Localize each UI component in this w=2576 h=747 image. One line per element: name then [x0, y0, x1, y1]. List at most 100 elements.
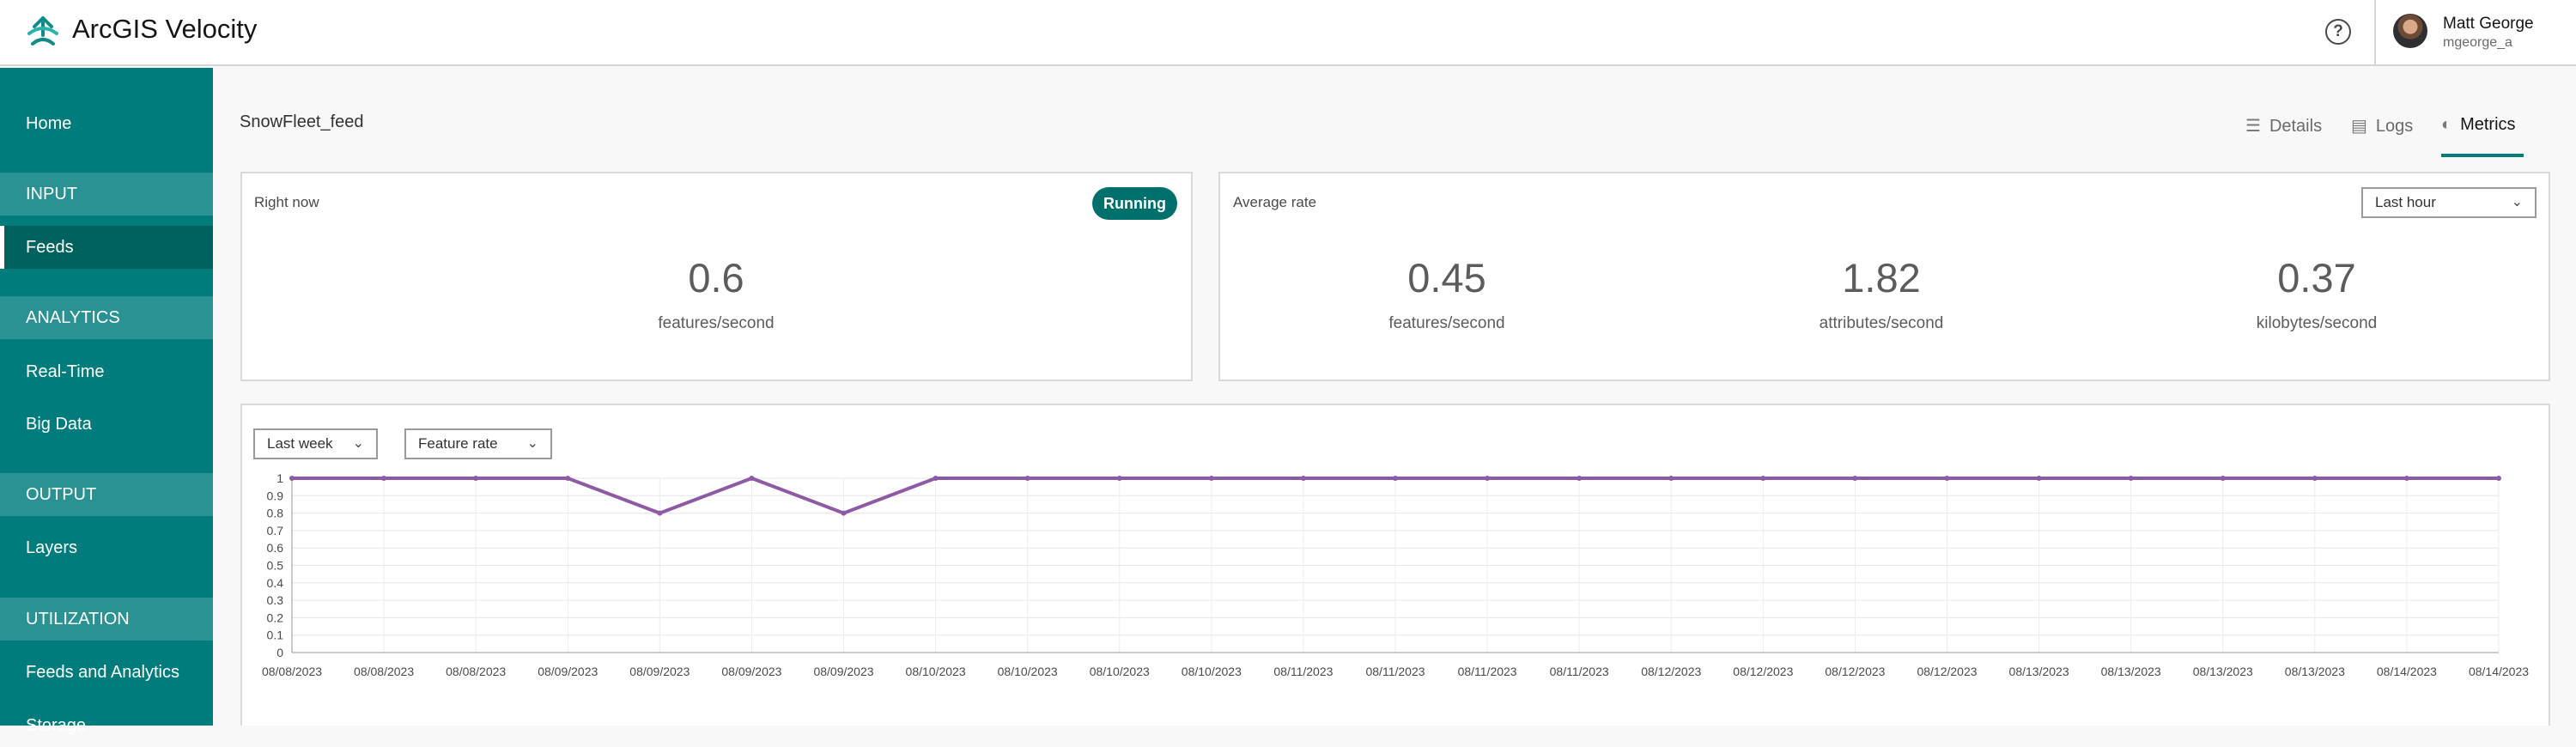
chevron-down-icon: ⌄ — [352, 436, 364, 451]
tab-logs[interactable]: ▤ Logs — [2351, 115, 2413, 137]
average-rate-range-value: Last hour — [2375, 194, 2436, 210]
data-point — [1116, 476, 1122, 481]
right-now-label: Right now — [254, 194, 319, 210]
y-tick-label: 0.7 — [267, 524, 284, 537]
x-tick-label: 08/09/2023 — [813, 665, 873, 678]
x-tick-label: 08/12/2023 — [1917, 665, 1977, 678]
sidebar-section-output: OUTPUT — [0, 473, 213, 516]
x-tick-label: 08/08/2023 — [354, 665, 414, 678]
avatar[interactable] — [2393, 14, 2427, 48]
x-tick-label: 08/10/2023 — [906, 665, 966, 678]
data-point — [2496, 476, 2501, 481]
sidebar-item-feeds[interactable]: Feeds — [0, 226, 213, 269]
sidebar-item-layers[interactable]: Layers — [0, 526, 213, 569]
chevron-down-icon: ⌄ — [526, 436, 538, 451]
header-divider — [2374, 0, 2376, 66]
avg-kilobytes-unit: kilobytes/second — [2256, 314, 2378, 332]
data-point — [1208, 476, 1214, 481]
data-point — [1577, 476, 1583, 481]
x-tick-label: 08/13/2023 — [2101, 665, 2161, 678]
tab-metrics[interactable]: ◐ Metrics — [2441, 115, 2516, 135]
sidebar-item-big-data[interactable]: Big Data — [0, 403, 213, 446]
x-tick-label: 08/09/2023 — [721, 665, 781, 678]
avg-kilobytes-value: 0.37 — [2277, 255, 2356, 301]
x-tick-label: 08/11/2023 — [1365, 665, 1425, 678]
feature-rate-line-chart: 0 0.1 0.2 0.3 0.4 0.5 0.6 0.7 0.8 0.9 1 08/08/2023 0… — [262, 471, 2529, 678]
data-point — [933, 476, 939, 481]
x-tick-label: 08/11/2023 — [1458, 665, 1517, 678]
help-icon[interactable]: ? — [2325, 19, 2351, 45]
tab-metrics-label: Metrics — [2460, 115, 2516, 134]
avg-attributes-value: 1.82 — [1842, 255, 1921, 301]
chart-range-value: Last week — [267, 435, 333, 452]
average-rate-range-select[interactable]: Last hour ⌄ — [2361, 187, 2537, 218]
sidebar-section-utilization: UTILIZATION — [0, 598, 213, 641]
user-handle[interactable]: mgeorge_a — [2443, 35, 2512, 51]
tab-details[interactable]: ☰ Details — [2245, 115, 2322, 137]
chart-metric-select[interactable]: Feature rate ⌄ — [404, 428, 552, 459]
sidebar-item-feeds-and-analytics[interactable]: Feeds and Analytics — [0, 651, 213, 694]
active-tab-indicator — [2441, 154, 2524, 157]
sidebar-section-input: INPUT — [0, 173, 213, 216]
chart-metric-value: Feature rate — [418, 435, 498, 452]
data-point — [2312, 476, 2318, 481]
x-tick-label: 08/13/2023 — [2009, 665, 2069, 678]
right-now-unit: features/second — [658, 314, 775, 332]
sidebar-item-real-time[interactable]: Real-Time — [0, 350, 213, 393]
data-point — [2220, 476, 2226, 481]
y-tick-label: 0.4 — [267, 576, 284, 590]
chart-range-select[interactable]: Last week ⌄ — [253, 428, 378, 459]
data-point — [1852, 476, 1858, 481]
y-tick-label: 0 — [276, 646, 283, 659]
sidebar-nav: Home INPUT Feeds ANALYTICS Real-Time Big… — [0, 68, 213, 735]
page-title: SnowFleet_feed — [240, 112, 364, 131]
sidebar-item-storage[interactable]: Storage — [0, 704, 213, 747]
y-tick-label: 0.1 — [267, 629, 284, 642]
app-title[interactable]: ArcGIS Velocity — [72, 14, 257, 45]
data-point — [381, 476, 387, 481]
x-tick-label: 08/10/2023 — [1182, 665, 1242, 678]
data-point — [473, 476, 479, 481]
x-tick-label: 08/12/2023 — [1733, 665, 1793, 678]
status-badge: Running — [1092, 187, 1177, 220]
data-point — [565, 476, 571, 481]
data-point — [289, 476, 295, 481]
y-tick-label: 0.5 — [267, 559, 284, 573]
x-tick-label: 08/13/2023 — [2193, 665, 2253, 678]
details-icon: ☰ — [2245, 117, 2261, 136]
x-tick-label: 08/08/2023 — [446, 665, 506, 678]
x-tick-label: 08/10/2023 — [1090, 665, 1150, 678]
data-point — [841, 510, 847, 516]
right-now-value: 0.6 — [688, 255, 744, 301]
avg-features-unit: features/second — [1388, 314, 1505, 332]
avg-attributes-unit: attributes/second — [1819, 314, 1944, 332]
data-point — [1300, 476, 1306, 481]
tab-logs-label: Logs — [2375, 117, 2414, 136]
data-point — [749, 476, 755, 481]
data-point — [2403, 476, 2409, 481]
velocity-logo-icon[interactable] — [24, 15, 62, 49]
data-point — [657, 510, 663, 516]
y-tick-label: 0.3 — [267, 593, 284, 607]
data-point — [1944, 476, 1950, 481]
data-point — [2128, 476, 2134, 481]
gauge-icon: ◐ — [2441, 115, 2452, 134]
user-name[interactable]: Matt George — [2443, 15, 2534, 33]
sidebar-item-home[interactable]: Home — [0, 102, 213, 145]
logs-icon: ▤ — [2351, 117, 2367, 136]
data-point — [1760, 476, 1766, 481]
data-point — [1024, 476, 1030, 481]
y-tick-label: 0.2 — [267, 610, 284, 624]
x-tick-label: 08/14/2023 — [2469, 665, 2529, 678]
y-tick-label: 0.8 — [267, 507, 284, 520]
data-point — [1485, 476, 1491, 481]
x-tick-label: 08/12/2023 — [1641, 665, 1701, 678]
avg-features-value: 0.45 — [1407, 255, 1486, 301]
x-tick-label: 08/13/2023 — [2285, 665, 2345, 678]
x-tick-label: 08/08/2023 — [262, 665, 322, 678]
chevron-down-icon: ⌄ — [2511, 195, 2523, 210]
y-tick-label: 1 — [276, 471, 283, 485]
data-point — [1668, 476, 1674, 481]
app-header: ArcGIS Velocity ? Matt George mgeorge_a — [0, 0, 2576, 66]
x-tick-label: 08/09/2023 — [629, 665, 690, 678]
